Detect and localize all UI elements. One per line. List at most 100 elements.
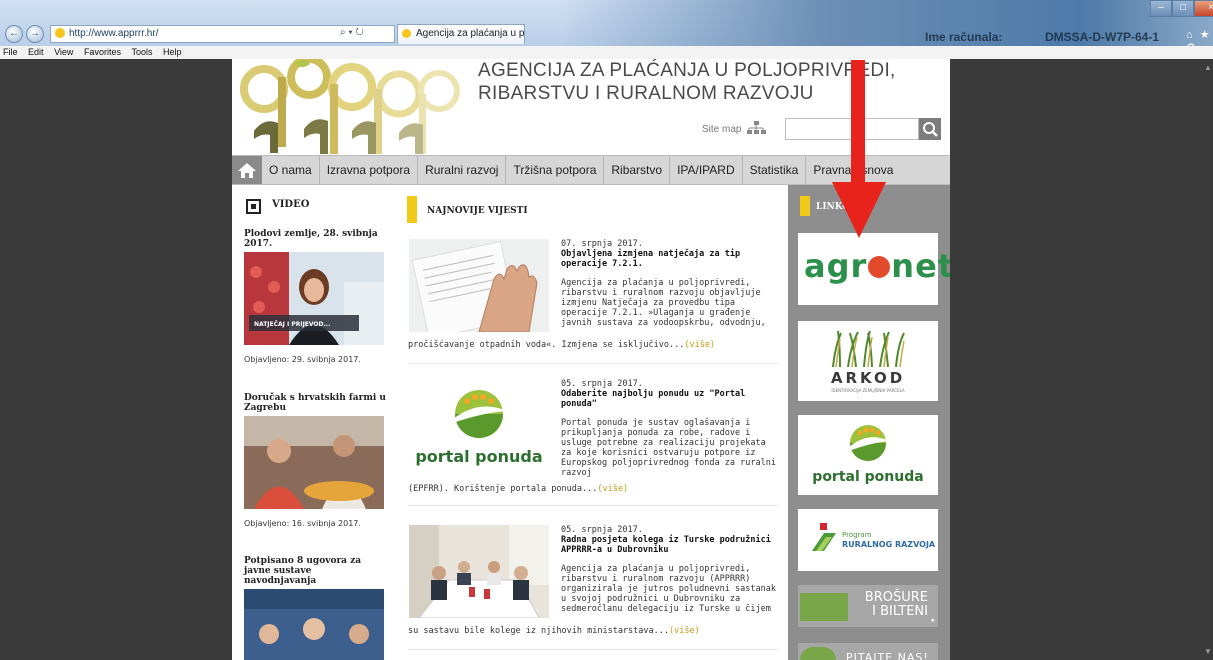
- computer-name-value: DMSSA-D-W7P-64-1: [1045, 30, 1160, 44]
- news-text: Agencija za plaćanja u poljoprivredi, ri…: [561, 278, 766, 328]
- nav-statistika[interactable]: Statistika: [743, 156, 807, 184]
- home-icon[interactable]: [232, 156, 262, 184]
- arkod-grass-icon: [832, 330, 905, 367]
- agronet-banner[interactable]: agr net: [798, 233, 950, 305]
- address-controls-icon[interactable]: ⌕ ▾ ↻: [340, 27, 364, 38]
- arkod-logo-text: ARKOD: [830, 369, 906, 387]
- program-label: Program: [842, 531, 872, 539]
- scroll-down-icon[interactable]: ▼: [1204, 647, 1212, 656]
- video-item[interactable]: Plodovi zemlje, 28. svibnja 2017. NATJEČ…: [244, 229, 386, 364]
- arkod-subtitle: IDENTIFIKACIJA ZEMLJIŠNIH PARCELA: [831, 388, 905, 393]
- news-body: 05. srpnja 2017. Radna posjeta kolega iz…: [561, 525, 781, 614]
- video-title[interactable]: Plodovi zemlje, 28. svibnja 2017.: [244, 229, 386, 249]
- brosure-line1: BROŠURE: [864, 590, 928, 605]
- sitemap-icon[interactable]: [746, 121, 766, 135]
- chevron-right-icon: ▸: [931, 617, 935, 624]
- pitajte-image: [800, 647, 836, 660]
- nav-trzisna-potpora[interactable]: Tržišna potpora: [506, 156, 605, 184]
- tab-title: Agencija za plaćanja u polj...: [416, 28, 525, 39]
- nav-izravna-potpora[interactable]: Izravna potpora: [320, 156, 419, 184]
- site-favicon-icon: [55, 28, 65, 38]
- video-item[interactable]: Doručak s hrvatskih farmi u Zagrebu Obja…: [244, 393, 386, 528]
- video-heading: VIDEO: [272, 199, 310, 210]
- nav-ruralni-razvoj[interactable]: Ruralni razvoj: [418, 156, 507, 184]
- read-more-link[interactable]: (više): [669, 626, 700, 636]
- agronet-text-start: agr: [804, 247, 868, 285]
- menu-tools[interactable]: Tools: [127, 47, 156, 57]
- program-ruralnog-razvoja-banner[interactable]: Program RURALNOG RAZVOJA: [798, 509, 938, 571]
- scroll-up-icon[interactable]: ▲: [1204, 63, 1212, 72]
- menu-edit[interactable]: Edit: [24, 47, 48, 57]
- news-thumbnail-document[interactable]: [409, 239, 549, 332]
- news-section-heading: NAJNOVIJE VIJESTI: [407, 196, 787, 224]
- annotation-arrow-icon: [832, 60, 886, 238]
- news-tail-text: pročišćavanje otpadnih voda«. Izmjena se…: [408, 340, 685, 350]
- computer-name-label: Ime računala:: [925, 30, 1003, 44]
- pitajte-text: PITAJTE NAS!: [846, 651, 929, 660]
- window-buttons: – □ ×: [1150, 0, 1213, 17]
- tomato-icon: [868, 256, 891, 278]
- news-separator: [408, 505, 778, 506]
- forward-button[interactable]: →: [26, 25, 44, 43]
- agronet-text-end: net: [891, 247, 950, 285]
- video-thumbnail-plodovi[interactable]: NATJEČAJ I PRIJEVOD...: [244, 252, 384, 345]
- brosure-line2: I BILTENI: [872, 604, 928, 619]
- nav-o-nama[interactable]: O nama: [262, 156, 320, 184]
- brosure-text: BROŠURE I BILTENI: [865, 591, 928, 619]
- browser-chrome: ← → http://www.apprrr.hr/ ⌕ ▾ ↻ Agencija…: [0, 0, 1213, 54]
- video-title[interactable]: Potpisano 8 ugovora za javne sustave nav…: [244, 556, 386, 586]
- news-title[interactable]: Objavljena izmjena natječaja za tip oper…: [561, 249, 781, 269]
- browser-tab[interactable]: Agencija za plaćanja u polj... ×: [397, 24, 525, 44]
- brosure-banner[interactable]: BROŠURE I BILTENI ▸: [798, 585, 938, 627]
- video-date: Objavljeno: 16. svibnja 2017.: [244, 519, 361, 528]
- news-heading: NAJNOVIJE VIJESTI: [427, 206, 528, 216]
- news-body: 05. srpnja 2017. Odaberite najbolju ponu…: [561, 379, 781, 478]
- pitajte-nas-banner[interactable]: PITAJTE NAS!: [798, 643, 938, 660]
- nav-ribarstvo[interactable]: Ribarstvo: [604, 156, 671, 184]
- heading-accent: [407, 196, 417, 223]
- video-title[interactable]: Doručak s hrvatskih farmi u Zagrebu: [244, 393, 386, 413]
- news-text-tail: pročišćavanje otpadnih voda«. Izmjena se…: [408, 340, 715, 350]
- read-more-link[interactable]: (više): [684, 340, 715, 350]
- minimize-button[interactable]: –: [1150, 0, 1172, 17]
- video-caption: NATJEČAJ I PRIJEVOD...: [254, 321, 330, 328]
- close-button[interactable]: ×: [1194, 0, 1213, 17]
- search-icon[interactable]: [919, 118, 941, 140]
- portal-ponuda-banner[interactable]: portal ponuda: [798, 415, 938, 495]
- news-thumbnail-portal-ponuda[interactable]: portal ponuda: [409, 379, 549, 472]
- heading-accent: [800, 196, 810, 216]
- news-tail-text: su sastavu bile kolege iz njihovih minis…: [408, 626, 669, 636]
- menu-help[interactable]: Help: [159, 47, 186, 57]
- menu-view[interactable]: View: [50, 47, 77, 57]
- tab-favicon-icon: [402, 29, 411, 38]
- video-icon: [246, 199, 261, 214]
- maximize-button[interactable]: □: [1172, 0, 1194, 17]
- menu-file[interactable]: File: [0, 47, 22, 57]
- news-text-tail: su sastavu bile kolege iz njihovih minis…: [408, 626, 700, 636]
- news-text: Portal ponuda je sustav oglašavanja i pr…: [561, 418, 776, 478]
- agency-logo-icon[interactable]: [234, 59, 474, 154]
- read-more-link[interactable]: (više): [597, 484, 628, 494]
- news-date: 05. srpnja 2017.: [561, 525, 643, 535]
- news-separator: [408, 363, 778, 364]
- news-title[interactable]: Radna posjeta kolega iz Turske podružnic…: [561, 535, 781, 555]
- news-text-tail: (EPFRR). Korištenje portala ponuda...(vi…: [408, 484, 628, 494]
- news-tail-text: (EPFRR). Korištenje portala ponuda...: [408, 484, 598, 494]
- page-scrollbar[interactable]: ▲ ▼: [1203, 59, 1213, 660]
- menu-favorites[interactable]: Favorites: [80, 47, 125, 57]
- portal-ponuda-logo-icon: [849, 425, 888, 461]
- video-thumbnail-dorucak[interactable]: [244, 416, 384, 509]
- arkod-banner[interactable]: ARKOD IDENTIFIKACIJA ZEMLJIŠNIH PARCELA: [798, 321, 938, 401]
- nav-ipa-ipard[interactable]: IPA/IPARD: [670, 156, 743, 184]
- news-body: 07. srpnja 2017. Objavljena izmjena natj…: [561, 239, 781, 328]
- video-thumbnail-ugovori[interactable]: [244, 589, 384, 660]
- news-title[interactable]: Odaberite najbolju ponudu uz "Portal pon…: [561, 389, 781, 409]
- menu-bar: File Edit View Favorites Tools Help: [0, 46, 1213, 59]
- video-item[interactable]: Potpisano 8 ugovora za javne sustave nav…: [244, 556, 386, 660]
- news-thumbnail-meeting[interactable]: [409, 525, 549, 618]
- program-title: RURALNOG RAZVOJA: [842, 540, 936, 549]
- brosure-image: [800, 593, 848, 621]
- back-button[interactable]: ←: [5, 25, 23, 43]
- site-map-link[interactable]: Site map: [702, 124, 741, 135]
- links-sidebar: LINKOVI agr net ARKOD IDENTIFIKACIJA ZEML…: [788, 185, 950, 660]
